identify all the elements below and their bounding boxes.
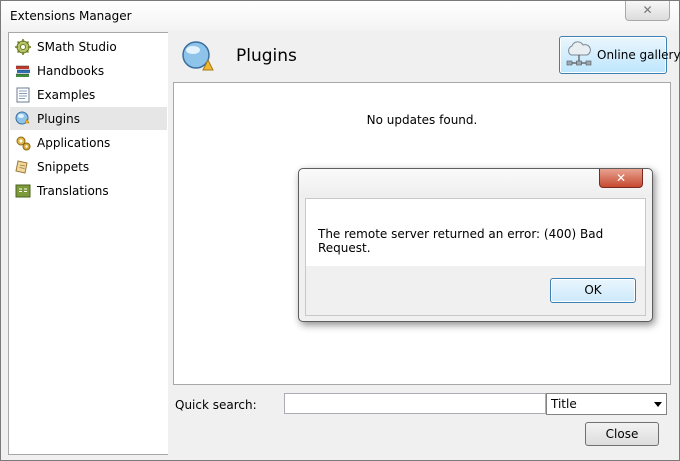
- chevron-down-icon: [654, 402, 662, 407]
- search-field-select-value: Title: [551, 397, 577, 411]
- sidebar-item-smath-studio[interactable]: SMath Studio: [10, 35, 167, 58]
- page-title: Plugins: [236, 46, 297, 66]
- quick-search-input[interactable]: [284, 393, 546, 414]
- plugin-icon: [15, 111, 31, 127]
- sidebar-item-examples[interactable]: Examples: [10, 83, 167, 106]
- document-icon: [15, 87, 31, 103]
- sidebar-item-label: Snippets: [37, 159, 90, 174]
- quick-search-label: Quick search:: [175, 398, 257, 412]
- gear-icon: [15, 38, 31, 55]
- translation-icon: [15, 183, 31, 199]
- sidebar-item-label: Examples: [37, 87, 96, 102]
- snippet-icon: [15, 159, 31, 175]
- title-bar: Extensions Manager ✕: [1, 1, 679, 31]
- sidebar-item-label: Translations: [37, 183, 109, 198]
- window-title: Extensions Manager: [10, 9, 132, 23]
- books-icon: [15, 63, 31, 79]
- sidebar-item-plugins[interactable]: Plugins: [10, 107, 167, 130]
- sidebar-item-snippets[interactable]: Snippets: [10, 155, 167, 178]
- ok-button[interactable]: OK: [550, 278, 636, 303]
- online-gallery-label: Online gallery: [597, 48, 680, 62]
- sidebar-item-translations[interactable]: Translations: [10, 179, 167, 202]
- sidebar-item-label: Handbooks: [37, 63, 105, 78]
- sidebar: SMath Studio Handbooks Examples Plugins …: [8, 32, 169, 455]
- cloud-network-icon: [564, 40, 594, 70]
- sidebar-item-label: SMath Studio: [37, 39, 117, 54]
- sidebar-item-label: Plugins: [37, 111, 80, 126]
- online-gallery-button[interactable]: Online gallery: [559, 36, 680, 74]
- status-message: No updates found.: [366, 113, 478, 127]
- window-close-button[interactable]: ✕: [625, 1, 670, 21]
- dialog-message: The remote server returned an error: (40…: [318, 227, 604, 255]
- error-dialog: ✕ The remote server returned an error: (…: [298, 168, 653, 322]
- sidebar-item-label: Applications: [37, 135, 111, 150]
- sidebar-item-applications[interactable]: Applications: [10, 131, 167, 154]
- dialog-footer: OK: [306, 266, 645, 315]
- search-field-select[interactable]: Title: [546, 393, 667, 415]
- close-button[interactable]: Close: [585, 422, 659, 446]
- dialog-body: The remote server returned an error: (40…: [305, 198, 646, 316]
- gears-icon: [15, 135, 31, 151]
- plugin-icon: [181, 40, 215, 74]
- dialog-title-bar: ✕: [299, 169, 652, 197]
- sidebar-item-handbooks[interactable]: Handbooks: [10, 59, 167, 82]
- dialog-close-button[interactable]: ✕: [599, 169, 643, 188]
